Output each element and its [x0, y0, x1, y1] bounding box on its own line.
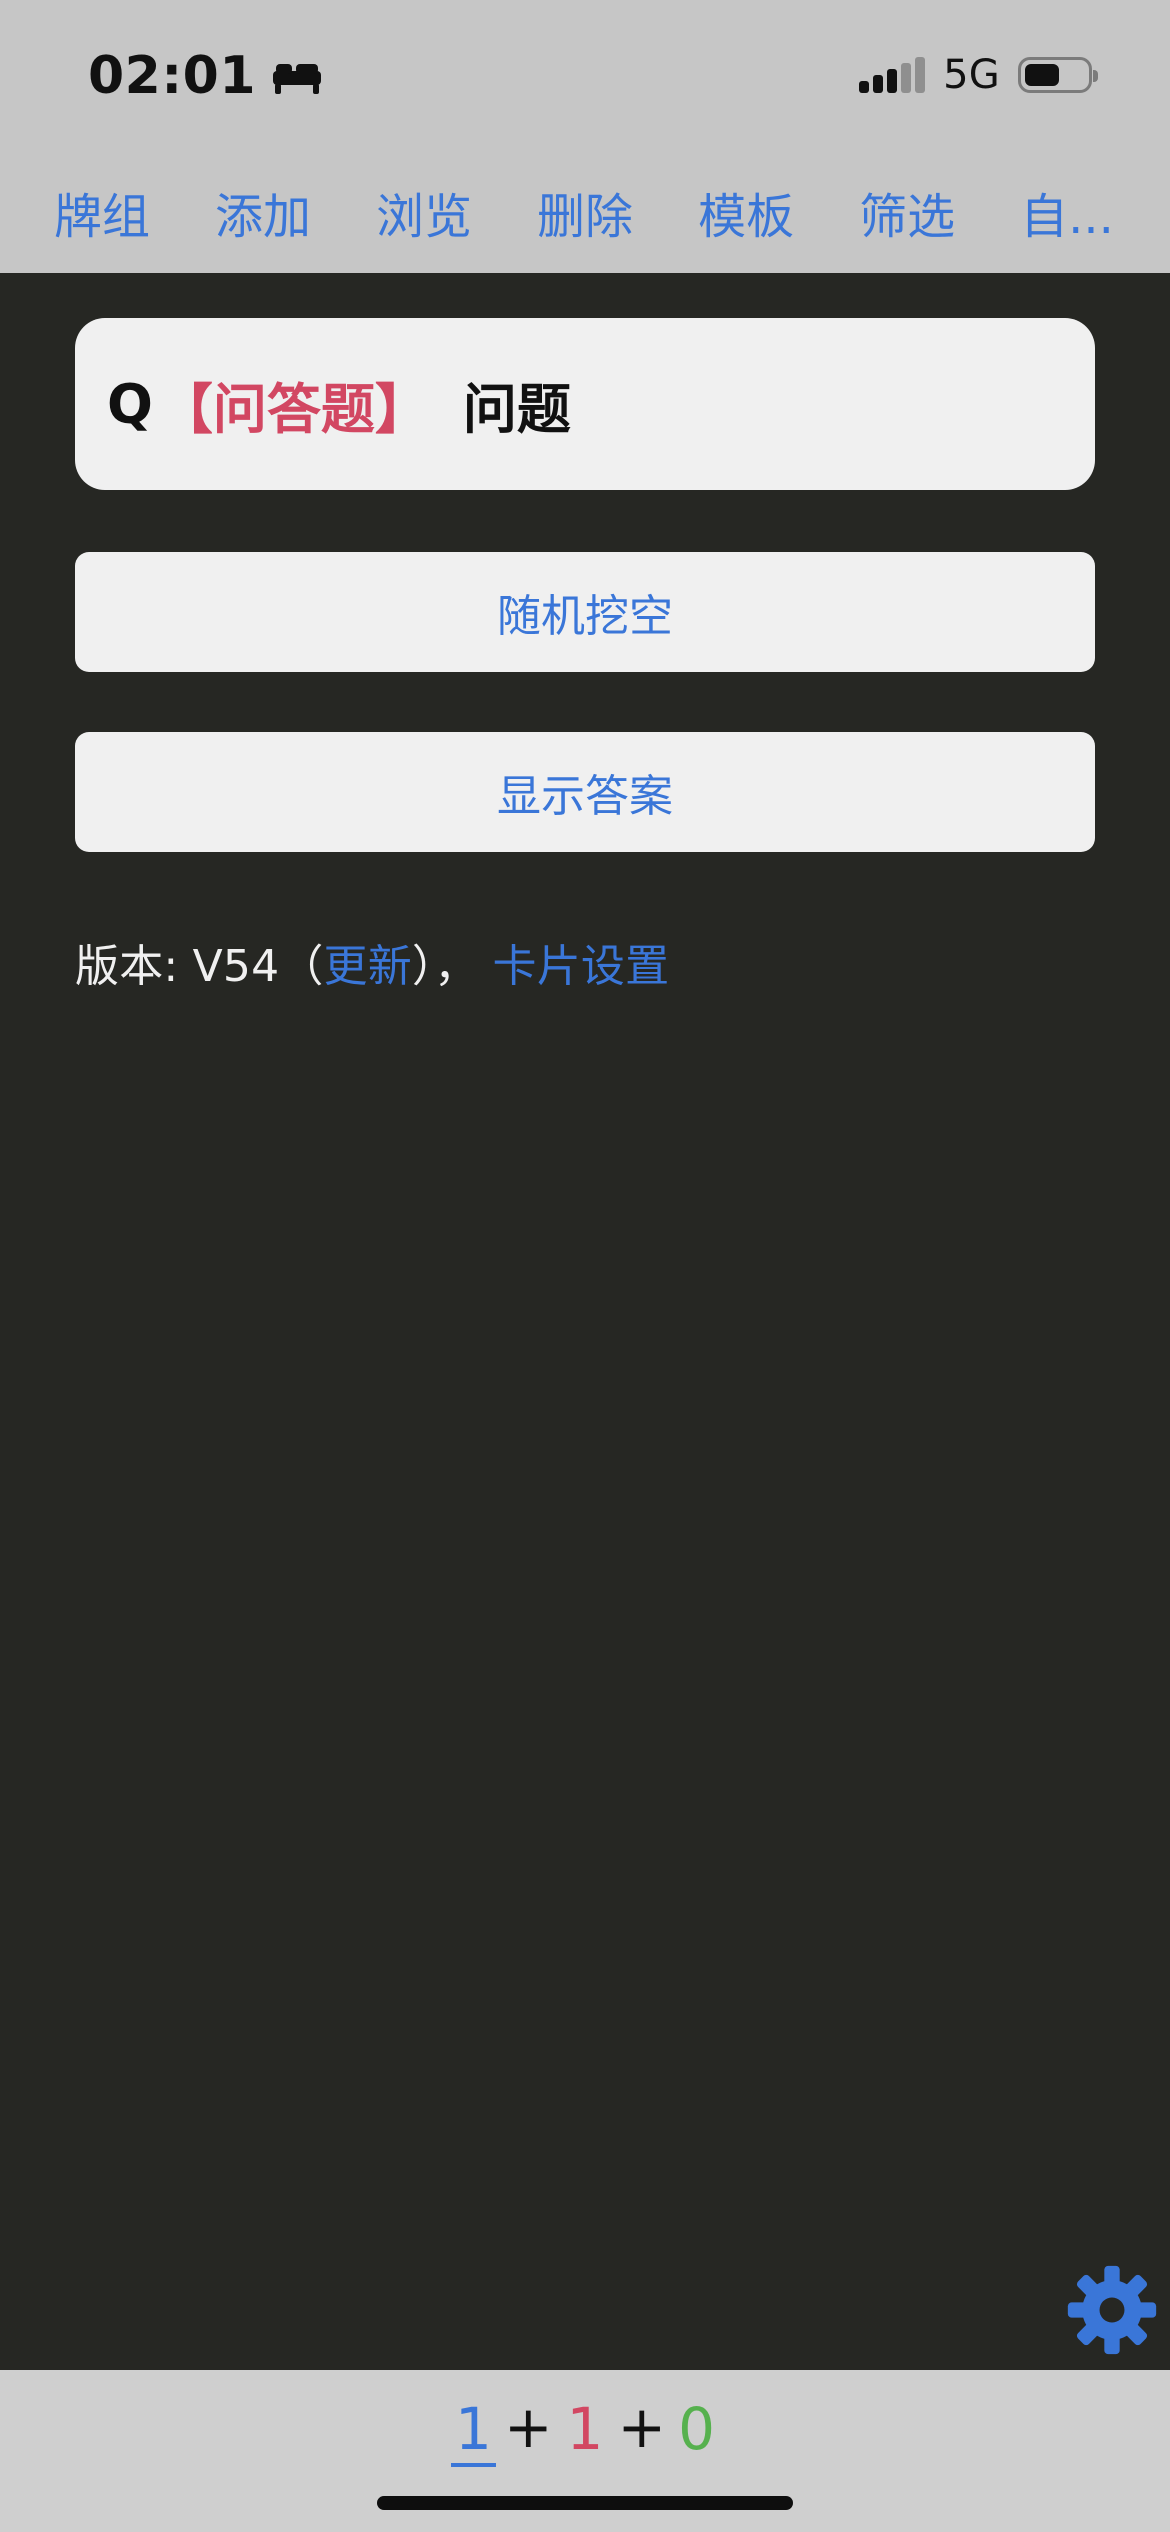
question-prefix: Q: [107, 372, 153, 436]
version-open-paren: （: [279, 941, 324, 992]
plus-sign: +: [617, 2393, 667, 2461]
battery-icon: [1018, 57, 1098, 93]
toolbar-template[interactable]: 模板: [698, 177, 794, 247]
home-indicator[interactable]: [377, 2496, 793, 2510]
show-answer-button[interactable]: 显示答案: [75, 732, 1095, 852]
plus-sign: +: [503, 2393, 553, 2461]
version-close-paren: ）: [411, 941, 435, 992]
question-tag: 【问答题】: [158, 377, 429, 441]
bed-icon: [273, 64, 322, 94]
battery-fill: [1025, 64, 1059, 86]
network-label: 5G: [943, 52, 1000, 98]
toolbar-add[interactable]: 添加: [215, 177, 311, 247]
version-separator: ，: [434, 941, 479, 992]
time-label: 02:01: [88, 46, 257, 106]
version-label: 版本: V54: [75, 941, 280, 992]
question-card: Q 【问答题】 问题: [75, 318, 1095, 490]
toolbar-browse[interactable]: 浏览: [376, 177, 472, 247]
toolbar-filter[interactable]: 筛选: [859, 177, 955, 247]
due-counts: 1 +1 +0: [0, 2395, 1170, 2467]
signal-icon: [859, 57, 926, 93]
status-right: 5G: [859, 52, 1098, 98]
battery-cap: [1093, 70, 1098, 82]
card-settings-link[interactable]: 卡片设置: [493, 941, 670, 992]
status-time: 02:01: [88, 46, 322, 106]
toolbar-decks[interactable]: 牌组: [54, 177, 150, 247]
gear-icon[interactable]: [1064, 2262, 1160, 2358]
top-chrome: 02:01 5G 牌组 添加 浏览 删除 模板 筛选 自...: [0, 0, 1170, 273]
toolbar: 牌组 添加 浏览 删除 模板 筛选 自...: [0, 152, 1170, 272]
toolbar-delete[interactable]: 删除: [537, 177, 633, 247]
question-text: 问题: [462, 377, 571, 441]
learn-count: 1: [566, 2395, 604, 2463]
toolbar-more[interactable]: 自...: [1020, 177, 1114, 247]
new-count: 1: [451, 2395, 496, 2467]
version-line: 版本: V54（更新）， 卡片设置: [75, 930, 669, 994]
update-link[interactable]: 更新: [324, 941, 412, 992]
review-count: 0: [678, 2395, 715, 2463]
random-cloze-button[interactable]: 随机挖空: [75, 552, 1095, 672]
